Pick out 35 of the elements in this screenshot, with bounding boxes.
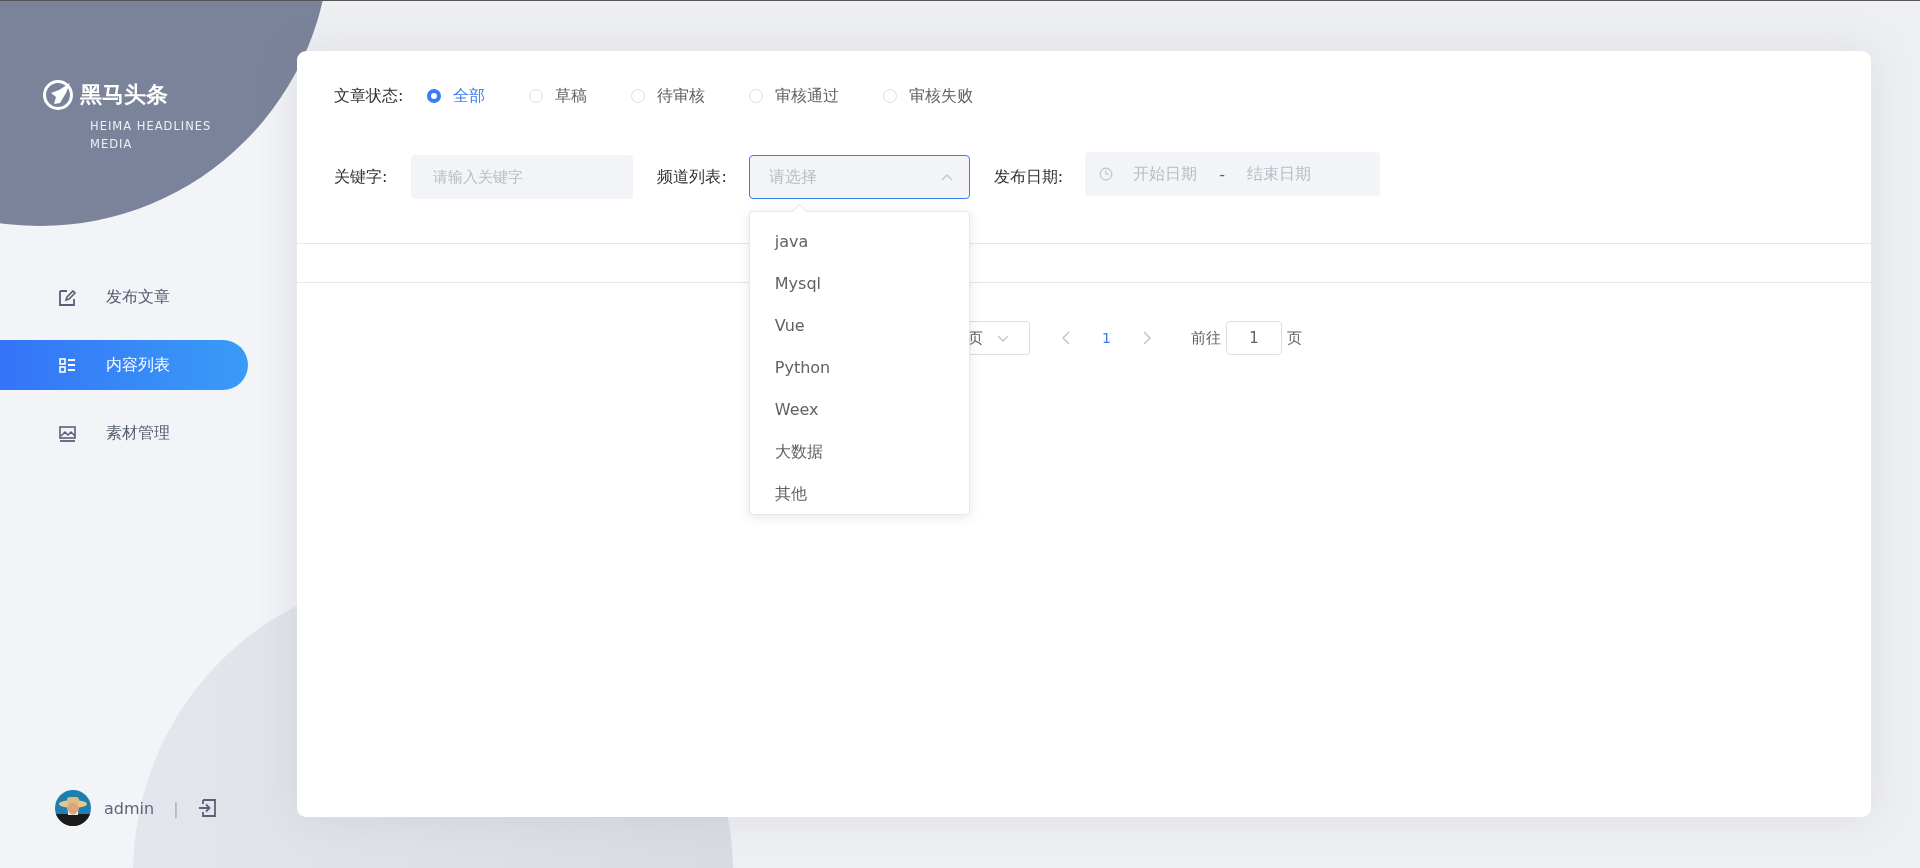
nav-item[interactable]: 内容列表 [0,340,248,390]
date-range-field[interactable]: 开始日期 - 结束日期 [1085,152,1381,196]
radio-option[interactable]: 审核通过 [749,85,840,107]
field-label: 文章状态: [334,85,404,107]
dropdown-option[interactable]: Mysql [749,263,969,305]
field-label: 关键字: [334,166,388,188]
field-label: 发布日期: [993,166,1064,188]
radio-option[interactable]: 草稿 [529,85,588,107]
page-suffix: 页 [1286,328,1302,348]
dropdown-option[interactable]: java [749,221,969,263]
list-icon [58,355,77,375]
page-input[interactable]: 1 [1225,321,1282,355]
nav-item[interactable]: 发布文章 [0,272,248,322]
chevron-down-icon [997,334,1009,342]
next-page-icon[interactable] [1142,331,1151,345]
dropdown-option[interactable]: Weex [749,389,969,431]
previous-page-icon[interactable] [1062,331,1070,345]
radio-option[interactable]: 待审核 [631,85,706,107]
goto-label: 前往 [1190,328,1221,348]
clock-icon [1099,167,1114,181]
dropdown-option[interactable]: 大数据 [749,431,969,473]
field-label: 频道列表: [657,166,727,188]
chevron-up-icon [940,173,953,181]
user-name: admin [104,798,155,818]
page-number[interactable]: 1 [1102,330,1111,346]
logo-subtitle: HEIMA HEADLINES MEDIA [90,118,213,153]
image-icon [58,423,77,443]
logout-icon[interactable] [197,798,217,818]
radio-option[interactable]: 审核失败 [883,85,974,107]
dropdown-option[interactable]: 其他 [749,473,969,514]
edit-icon [58,287,77,307]
nav-item[interactable]: 素材管理 [0,408,248,458]
separator: | [173,798,179,818]
logo-title: 黑马头条 [80,81,168,109]
radio-option[interactable]: 全部 [427,85,486,107]
